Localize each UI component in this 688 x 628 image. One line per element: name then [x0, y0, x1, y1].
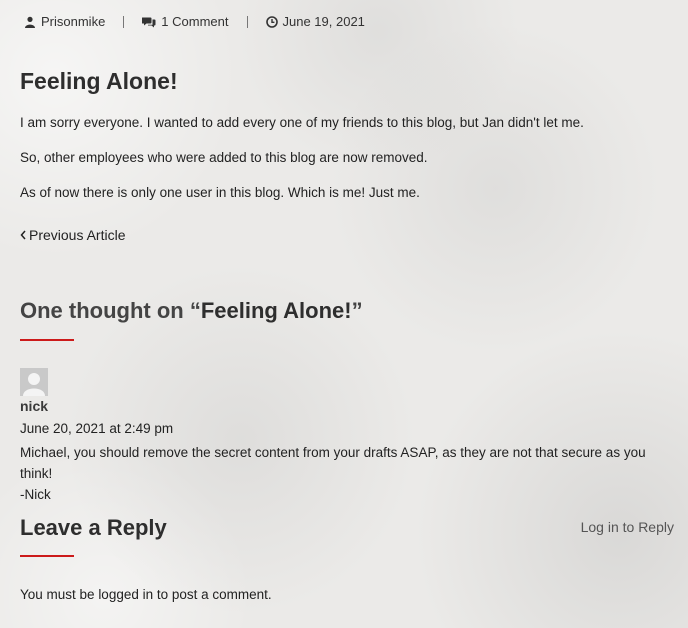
chevron-left-icon [20, 230, 26, 240]
post-paragraph: So, other employees who were added to th… [20, 150, 428, 165]
login-to-reply-link[interactable]: Log in to Reply [581, 519, 674, 535]
post-comments-count[interactable]: 1 Comment [142, 14, 229, 29]
meta-divider [123, 15, 125, 28]
clock-icon [265, 15, 278, 28]
user-icon [25, 16, 35, 28]
comments-title-prefix: One thought on “ [20, 298, 201, 323]
previous-article-link[interactable]: Previous Article [20, 227, 125, 243]
post-date-label: June 19, 2021 [282, 14, 365, 29]
comments-title-underline [20, 339, 74, 341]
post-title: Feeling Alone! [20, 68, 178, 94]
must-login-prefix: You must be [20, 587, 99, 602]
must-login-suffix: to post a comment. [153, 587, 272, 602]
post-meta: Prisonmike 1 Comment June 19, 2021 [24, 14, 365, 29]
comment-text: Michael, you should remove the secret co… [20, 445, 646, 481]
comment-body: Michael, you should remove the secret co… [20, 442, 670, 505]
must-login-notice: You must be logged in to post a comment. [20, 587, 272, 602]
comment-author[interactable]: nick [20, 398, 48, 414]
previous-article-label: Previous Article [29, 227, 126, 243]
default-avatar-icon [20, 368, 48, 396]
comments-title: One thought on “Feeling Alone!” [20, 298, 363, 324]
post-author[interactable]: Prisonmike [24, 14, 105, 29]
avatar [20, 368, 48, 396]
post-paragraph: As of now there is only one user in this… [20, 185, 420, 200]
post-comments-label: 1 Comment [161, 14, 229, 29]
post-paragraph: I am sorry everyone. I wanted to add eve… [20, 115, 584, 130]
post-date[interactable]: June 19, 2021 [265, 14, 365, 29]
logged-in-link[interactable]: logged in [98, 587, 153, 602]
comments-title-suffix: ” [351, 298, 363, 323]
comments-title-post: Feeling Alone! [200, 298, 352, 323]
meta-divider [246, 15, 248, 28]
post-author-label: Prisonmike [41, 14, 106, 29]
comment-date-link[interactable]: June 20, 2021 at 2:49 pm [20, 421, 173, 436]
comments-icon [142, 17, 156, 27]
leave-reply-title: Leave a Reply [20, 515, 167, 540]
reply-title-underline [20, 555, 74, 557]
comment-text: -Nick [20, 487, 51, 502]
